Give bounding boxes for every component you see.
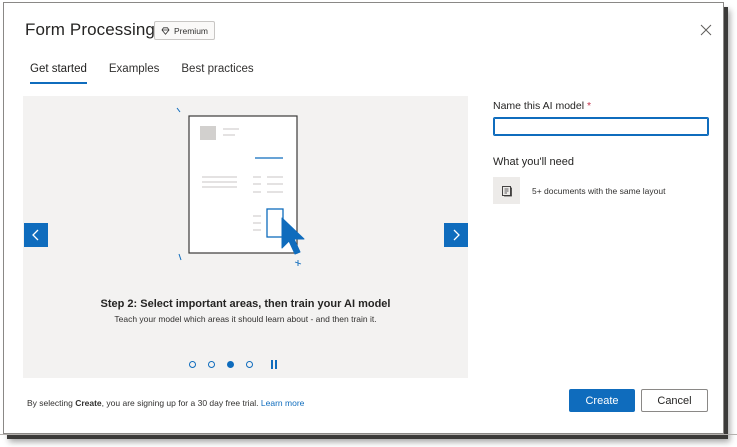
form-processing-dialog: Form Processing Premium Get started Exam… (3, 2, 724, 434)
model-name-label: Name this AI model * (493, 100, 591, 112)
chevron-left-icon (32, 229, 39, 241)
create-button[interactable]: Create (569, 389, 635, 412)
trial-notice-create: Create (75, 398, 102, 408)
pause-icon-bar (271, 360, 273, 369)
tab-bar: Get started Examples Best practices (30, 63, 276, 84)
dialog-title: Form Processing (25, 20, 155, 39)
trial-notice: By selecting Create, you are signing up … (27, 398, 304, 408)
cancel-button[interactable]: Cancel (641, 389, 708, 412)
carousel-dot-2[interactable] (208, 361, 215, 368)
carousel-dot-3[interactable] (227, 361, 234, 368)
carousel-step-subtitle: Teach your model which areas it should l… (114, 314, 377, 324)
diamond-icon (161, 26, 170, 35)
tab-examples[interactable]: Examples (109, 63, 160, 84)
close-icon[interactable] (699, 23, 713, 37)
onboarding-carousel: Step 2: Select important areas, then tra… (23, 96, 468, 378)
carousel-dot-4[interactable] (246, 361, 253, 368)
carousel-dot-1[interactable] (189, 361, 196, 368)
chevron-right-icon (453, 229, 460, 241)
tab-best-practices[interactable]: Best practices (181, 63, 253, 84)
bottom-divider (0, 434, 737, 435)
required-asterisk: * (586, 100, 592, 112)
carousel-previous-button[interactable] (24, 223, 48, 247)
trial-notice-prefix: By selecting (27, 398, 76, 408)
tab-get-started[interactable]: Get started (30, 63, 87, 84)
document-selection-illustration (176, 107, 305, 266)
model-name-input[interactable] (493, 117, 709, 136)
carousel-pagination (189, 360, 277, 369)
documents-icon (493, 177, 520, 204)
pause-icon-bar (275, 360, 277, 369)
carousel-next-button[interactable] (444, 223, 468, 247)
premium-badge: Premium (154, 21, 216, 40)
trial-notice-suffix: , you are signing up for a 30 day free t… (101, 398, 261, 408)
document-icon (501, 185, 512, 196)
requirements-heading: What you'll need (493, 156, 574, 168)
learn-more-link[interactable]: Learn more (261, 398, 304, 408)
premium-badge-label: Premium (174, 25, 209, 36)
model-name-label-text: Name this AI model (493, 100, 585, 112)
requirement-item: 5+ documents with the same layout (532, 186, 666, 196)
carousel-step-title: Step 2: Select important areas, then tra… (100, 298, 391, 310)
carousel-pause-button[interactable] (271, 360, 277, 369)
